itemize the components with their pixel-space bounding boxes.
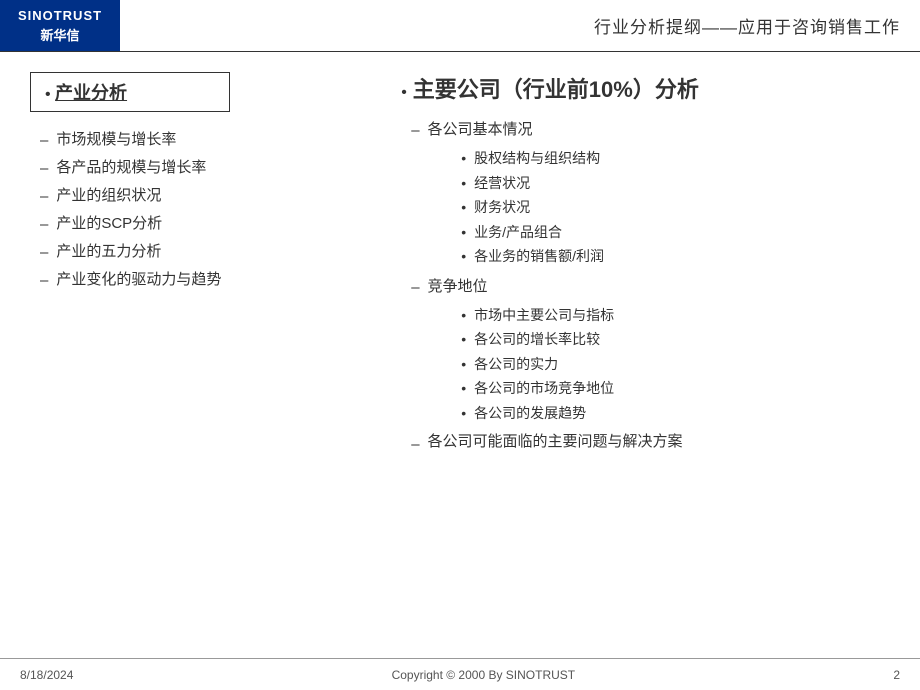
bullet-dot-icon: • — [461, 195, 466, 220]
list-item: •股权结构与组织结构 — [461, 146, 890, 171]
right-bullet-list-0: •股权结构与组织结构 •经营状况 •财务状况 •业务/产品组合 •各业务的销售额… — [461, 146, 890, 269]
dash-icon: – — [40, 155, 48, 182]
bullet-dot-icon: • — [461, 352, 466, 377]
right-group-text-1: 竞争地位 — [428, 273, 488, 300]
footer: 8/18/2024 Copyright © 2000 By SINOTRUST … — [0, 658, 920, 690]
footer-date: 8/18/2024 — [20, 668, 73, 682]
header: SINOTRUST 新华信 行业分析提纲——应用于咨询销售工作 — [0, 0, 920, 52]
list-item: –产业的五力分析 — [40, 238, 371, 266]
right-bullet-list-1: •市场中主要公司与指标 •各公司的增长率比较 •各公司的实力 •各公司的市场竞争… — [461, 303, 890, 426]
left-section-title: 产业分析 — [55, 83, 127, 103]
right-group-label-0: – 各公司基本情况 — [411, 116, 890, 144]
list-item-text: 各产品的规模与增长率 — [56, 154, 206, 181]
main-content: • 产业分析 –市场规模与增长率 –各产品的规模与增长率 –产业的组织状况 –产… — [0, 52, 920, 642]
list-item-text: 产业变化的驱动力与趋势 — [56, 266, 221, 293]
list-item: •各公司的发展趋势 — [461, 401, 890, 426]
footer-copyright: Copyright © 2000 By SINOTRUST — [392, 668, 576, 682]
list-item: •业务/产品组合 — [461, 220, 890, 245]
bullet-dot-icon: • — [461, 146, 466, 171]
list-item: –各产品的规模与增长率 — [40, 154, 371, 182]
list-item: •市场中主要公司与指标 — [461, 303, 890, 328]
list-item: –产业变化的驱动力与趋势 — [40, 266, 371, 294]
right-group-label-1: – 竞争地位 — [411, 273, 890, 301]
list-item: •经营状况 — [461, 171, 890, 196]
right-bullet-main: • — [401, 84, 407, 102]
list-item: •各公司的增长率比较 — [461, 327, 890, 352]
dash-icon: – — [40, 127, 48, 154]
right-group-1: – 竞争地位 •市场中主要公司与指标 •各公司的增长率比较 •各公司的实力 •各… — [411, 273, 890, 426]
header-title: 行业分析提纲——应用于咨询销售工作 — [120, 0, 920, 51]
right-section-header: • 主要公司（行业前10%）分析 — [401, 72, 890, 104]
list-item: –市场规模与增长率 — [40, 126, 371, 154]
dash-icon: – — [411, 274, 419, 301]
left-section-header-box: • 产业分析 — [30, 72, 230, 112]
list-item-text: 产业的五力分析 — [56, 238, 161, 265]
dash-icon: – — [40, 239, 48, 266]
left-bullet: • — [45, 86, 55, 103]
bullet-dot-icon: • — [461, 401, 466, 426]
right-group-0: – 各公司基本情况 •股权结构与组织结构 •经营状况 •财务状况 •业务/产品组… — [411, 116, 890, 269]
list-item: •各公司的市场竞争地位 — [461, 376, 890, 401]
bullet-dot-icon: • — [461, 327, 466, 352]
right-group-text-2: 各公司可能面临的主要问题与解决方案 — [428, 429, 683, 455]
bullet-dot-icon: • — [461, 171, 466, 196]
bullet-dot-icon: • — [461, 376, 466, 401]
right-group-2: – 各公司可能面临的主要问题与解决方案 — [411, 429, 890, 458]
dash-icon: – — [40, 267, 48, 294]
bullet-dot-icon: • — [461, 303, 466, 328]
dash-icon: – — [411, 431, 419, 458]
left-sub-list: –市场规模与增长率 –各产品的规模与增长率 –产业的组织状况 –产业的SCP分析… — [40, 126, 371, 294]
list-item-text: 产业的组织状况 — [56, 182, 161, 209]
logo-box: SINOTRUST 新华信 — [0, 0, 120, 51]
list-item: –产业的SCP分析 — [40, 210, 371, 238]
right-section-title: 主要公司（行业前10%）分析 — [413, 72, 699, 104]
right-group-text-0: 各公司基本情况 — [428, 116, 533, 143]
logo-en: SINOTRUST — [18, 8, 102, 23]
right-sub-list: – 各公司基本情况 •股权结构与组织结构 •经营状况 •财务状况 •业务/产品组… — [411, 116, 890, 458]
dash-icon: – — [40, 183, 48, 210]
right-column: • 主要公司（行业前10%）分析 – 各公司基本情况 •股权结构与组织结构 •经… — [391, 72, 890, 632]
list-item-text: 市场规模与增长率 — [56, 126, 176, 153]
list-item: •财务状况 — [461, 195, 890, 220]
dash-icon: – — [411, 117, 419, 144]
list-item: •各业务的销售额/利润 — [461, 244, 890, 269]
right-group-label-2: – 各公司可能面临的主要问题与解决方案 — [411, 429, 890, 458]
footer-page: 2 — [893, 668, 900, 682]
bullet-dot-icon: • — [461, 220, 466, 245]
logo-zh: 新华信 — [40, 25, 79, 44]
list-item: •各公司的实力 — [461, 352, 890, 377]
list-item-text: 产业的SCP分析 — [56, 210, 162, 237]
left-column: • 产业分析 –市场规模与增长率 –各产品的规模与增长率 –产业的组织状况 –产… — [30, 72, 391, 632]
dash-icon: – — [40, 211, 48, 238]
list-item: –产业的组织状况 — [40, 182, 371, 210]
bullet-dot-icon: • — [461, 244, 466, 269]
